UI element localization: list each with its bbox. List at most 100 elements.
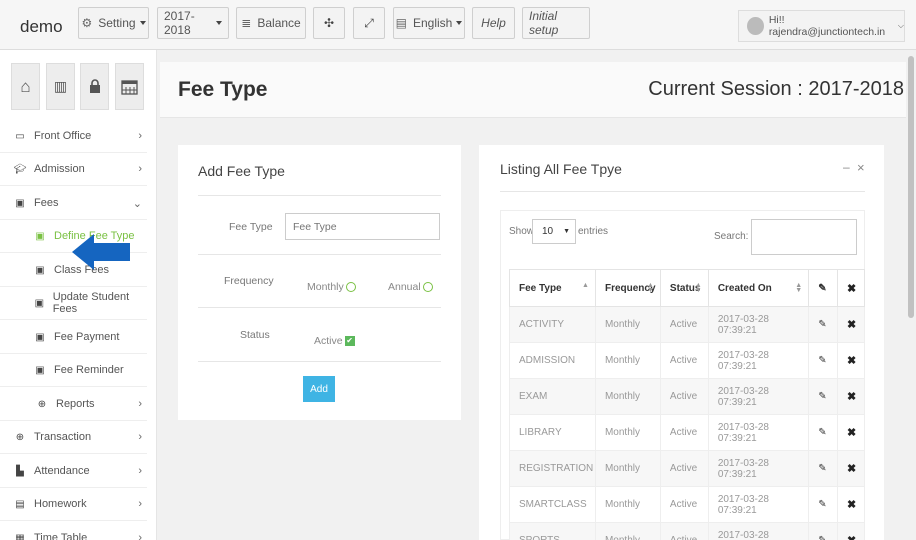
sidebar-item-attendance[interactable]: ▙ Attendance › xyxy=(0,455,147,488)
table-row: SPORTS Monthly Active 2017-03-28 07:39:2… xyxy=(509,522,865,540)
cell-fee-type: ACTIVITY xyxy=(509,306,596,343)
edit-button[interactable]: ✎ xyxy=(808,342,839,379)
brand-name[interactable]: demo xyxy=(20,17,63,37)
home-button[interactable]: ⌂ xyxy=(11,63,40,110)
initial-setup-button[interactable]: Initial setup xyxy=(522,7,590,39)
caret-down-icon xyxy=(456,21,463,25)
chevron-right-icon: › xyxy=(138,431,142,443)
search-label: Search: xyxy=(714,231,749,242)
help-label: Help xyxy=(481,16,506,30)
scrollbar-thumb[interactable] xyxy=(908,56,914,318)
active-label: Active xyxy=(314,335,343,347)
column-header-status[interactable]: Status ▲ ▼ xyxy=(659,269,709,307)
page-header: Fee Type Current Session : 2017-2018 xyxy=(160,62,906,118)
add-fee-type-title: Add Fee Type xyxy=(198,163,285,179)
status-active-option[interactable]: Active ✔ xyxy=(314,335,355,347)
sidebar-item-homework[interactable]: ▤ Homework › xyxy=(0,488,147,521)
delete-button[interactable]: ✖ xyxy=(837,450,865,487)
sort-asc-icon: ▲ xyxy=(582,282,589,289)
edit-button[interactable]: ✎ xyxy=(808,522,839,540)
sidebar-item-front-office[interactable]: ▭ Front Office › xyxy=(0,120,147,153)
delete-button[interactable]: ✖ xyxy=(837,378,865,415)
money-icon: ▣ xyxy=(35,230,45,242)
show-label: Show xyxy=(509,226,535,237)
setting-dropdown[interactable]: ⚙ Setting xyxy=(78,7,149,39)
help-button[interactable]: Help xyxy=(472,7,515,39)
cell-created-on: 2017-03-28 07:39:21 xyxy=(707,306,810,343)
globe-icon: ⊕ xyxy=(15,431,25,443)
globe-icon: ⊕ xyxy=(37,398,47,410)
sidebar-item-update-student-fees[interactable]: ▣ Update Student Fees xyxy=(0,287,147,320)
edit-button[interactable]: ✎ xyxy=(808,378,839,415)
cell-frequency: Monthly xyxy=(594,522,661,540)
frequency-annual-option[interactable]: Annual xyxy=(388,281,433,293)
language-dropdown[interactable]: ▤ English xyxy=(393,7,465,39)
pointer-arrow-icon xyxy=(72,234,130,270)
cell-fee-type: REGISTRATION xyxy=(509,450,596,487)
minimize-icon[interactable]: – xyxy=(843,160,850,174)
sidebar-item-admission[interactable]: 🎓︎ Admission › xyxy=(0,153,147,186)
edit-button[interactable]: ✎ xyxy=(808,414,839,451)
add-button[interactable]: Add xyxy=(303,376,335,402)
delete-button[interactable]: ✖ xyxy=(837,486,865,523)
edit-button[interactable]: ✎ xyxy=(808,306,839,343)
cell-frequency: Monthly xyxy=(594,486,661,523)
chevron-down-icon: ⌄ xyxy=(132,197,142,210)
sidebar-item-transaction[interactable]: ⊕ Transaction › xyxy=(0,421,147,454)
delete-button[interactable]: ✖ xyxy=(837,306,865,343)
search-input[interactable] xyxy=(751,219,857,255)
sidebar-item-label: Reports xyxy=(56,398,95,410)
frequency-monthly-option[interactable]: Monthly xyxy=(307,281,356,293)
checkmark-icon[interactable]: ✔ xyxy=(344,336,355,347)
sidebar-item-reports[interactable]: ⊕ Reports › xyxy=(0,388,147,421)
money-icon: ▣ xyxy=(15,197,25,209)
money-icon: ▣ xyxy=(34,297,45,309)
annual-label: Annual xyxy=(388,281,421,293)
fee-type-table: Fee Type ▲ Frequency ▲ ▼ Status ▲ ▼ Created O… xyxy=(509,269,865,540)
delete-button[interactable]: ✖ xyxy=(837,522,865,540)
sidebar-item-label: Fee Reminder xyxy=(54,364,124,376)
sidebar-item-label: Attendance xyxy=(34,465,90,477)
lock-button[interactable] xyxy=(80,63,109,110)
table-row: REGISTRATION Monthly Active 2017-03-28 0… xyxy=(509,450,865,487)
fee-type-input[interactable] xyxy=(285,213,440,240)
sidebar-item-time-table[interactable]: ▦ Time Table › xyxy=(0,522,147,540)
table-row: LIBRARY Monthly Active 2017-03-28 07:39:… xyxy=(509,414,865,451)
column-header-delete: ✖ xyxy=(837,269,865,307)
user-menu[interactable]: Hi!! rajendra@junctiontech.in ⌵ xyxy=(738,10,905,42)
column-header-frequency[interactable]: Frequency ▲ ▼ xyxy=(594,269,661,307)
annual-radio[interactable] xyxy=(422,282,433,293)
library-button[interactable]: ▥ xyxy=(46,63,75,110)
column-header-fee-type[interactable]: Fee Type ▲ xyxy=(509,269,596,307)
cell-created-on: 2017-03-28 07:39:21 xyxy=(707,342,810,379)
collapse-button[interactable]: ✣ xyxy=(313,7,345,39)
column-header-created-on[interactable]: Created On ▲ ▼ xyxy=(707,269,810,307)
entries-select[interactable]: 10 ▼ xyxy=(532,219,576,244)
close-icon[interactable]: × xyxy=(857,160,865,175)
delete-icon: ✖ xyxy=(847,427,857,439)
edit-button[interactable]: ✎ xyxy=(808,486,839,523)
setting-label: Setting xyxy=(98,16,136,30)
sidebar-item-fees[interactable]: ▣ Fees ⌄ xyxy=(0,187,147,220)
table-row: EXAM Monthly Active 2017-03-28 07:39:21 … xyxy=(509,378,865,415)
session-dropdown[interactable]: 2017-2018 xyxy=(157,7,229,39)
chevron-right-icon: › xyxy=(138,498,142,510)
delete-button[interactable]: ✖ xyxy=(837,414,865,451)
balance-button[interactable]: ≣ Balance xyxy=(236,7,306,39)
cell-status: Active xyxy=(659,522,709,540)
user-email: Hi!! rajendra@junctiontech.in xyxy=(768,14,886,38)
chevron-right-icon: › xyxy=(138,163,142,175)
monthly-radio[interactable] xyxy=(345,282,356,293)
edit-button[interactable]: ✎ xyxy=(808,450,839,487)
fullscreen-button[interactable]: ⤢ xyxy=(353,7,385,39)
sidebar-item-fee-reminder[interactable]: ▣ Fee Reminder xyxy=(0,354,147,387)
delete-button[interactable]: ✖ xyxy=(837,342,865,379)
edit-icon: ✎ xyxy=(818,427,827,438)
money-icon: ▣ xyxy=(35,331,45,343)
sidebar-item-fee-payment[interactable]: ▣ Fee Payment xyxy=(0,321,147,354)
sidebar-item-label: Front Office xyxy=(34,130,92,142)
cell-fee-type: EXAM xyxy=(509,378,596,415)
calendar-button[interactable] xyxy=(115,63,144,110)
divider xyxy=(198,254,441,255)
frequency-label: Frequency xyxy=(224,275,274,287)
